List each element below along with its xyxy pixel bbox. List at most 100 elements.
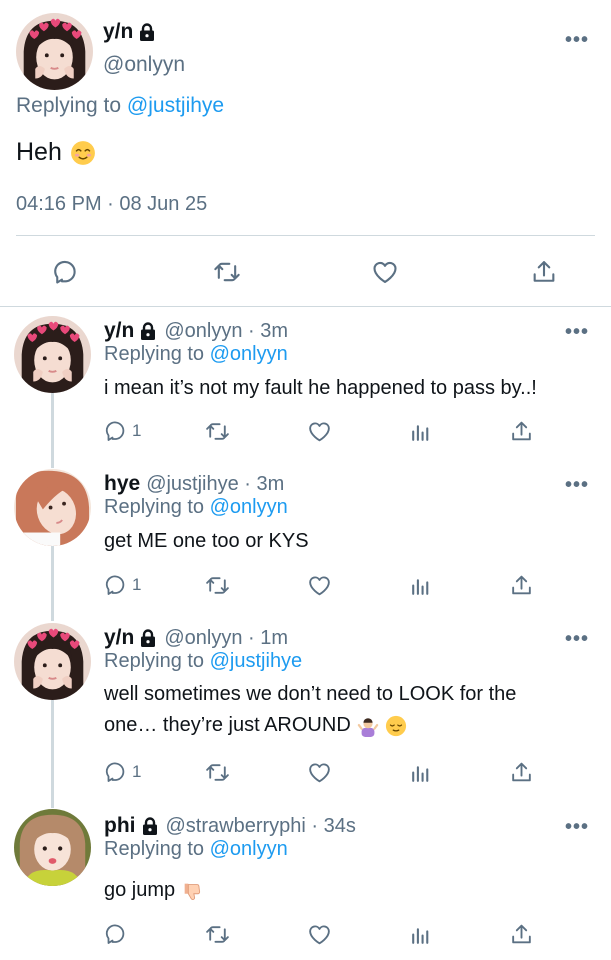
like-button[interactable] — [307, 760, 332, 785]
replying-to: Replying to @justjihye — [16, 94, 224, 118]
heart-icon — [307, 573, 332, 598]
retweet-button[interactable] — [205, 419, 230, 444]
replying-to-link[interactable]: @justjihye — [210, 650, 303, 672]
avatar[interactable] — [14, 469, 91, 546]
display-name-text: y/n — [103, 20, 134, 43]
heart-icon — [307, 760, 332, 785]
retweet-icon — [205, 760, 230, 785]
user-handle[interactable]: @strawberryphi · 34s — [166, 815, 356, 838]
replying-to: Replying to @onlyyn — [104, 343, 288, 366]
share-button[interactable] — [509, 922, 534, 947]
like-button[interactable] — [307, 922, 332, 947]
avatar-photo — [14, 623, 91, 700]
relieved-emoji-icon — [385, 715, 407, 737]
reply-count: 1 — [132, 575, 142, 594]
display-name[interactable]: y/n — [103, 20, 157, 44]
reply-header: hye @justjihye · 3m — [104, 472, 284, 496]
retweet-button[interactable] — [205, 922, 230, 947]
views-icon — [408, 922, 433, 947]
views-button[interactable] — [408, 922, 433, 947]
reply-header: y/n @onlyyn · 3m — [104, 319, 288, 343]
share-icon — [509, 573, 534, 598]
retweet-icon — [205, 573, 230, 598]
replying-to-link[interactable]: @onlyyn — [210, 496, 288, 518]
share-button[interactable] — [509, 760, 534, 785]
reply-button[interactable]: 1 — [104, 760, 141, 784]
display-name[interactable]: y/n — [104, 626, 134, 650]
replying-to-link[interactable]: @onlyyn — [210, 343, 288, 365]
tweet-text-content: Heh — [16, 138, 62, 166]
like-button[interactable] — [307, 419, 332, 444]
replying-to-prefix: Replying to — [104, 838, 205, 860]
user-handle[interactable]: @onlyyn — [103, 53, 185, 77]
replying-to-prefix: Replying to — [104, 650, 205, 672]
views-icon — [408, 760, 433, 785]
reply-icon — [104, 419, 128, 443]
reply-icon — [104, 922, 128, 946]
share-button[interactable] — [530, 258, 558, 286]
more-horizontal-icon[interactable]: ••• — [565, 30, 589, 50]
views-button[interactable] — [408, 760, 433, 785]
reply-tweet[interactable]: hye @justjihye · 3m ••• Replying to @onl… — [0, 463, 611, 613]
replying-to-link[interactable]: @justjihye — [127, 94, 224, 117]
reply-tweet[interactable]: phi @strawberryphi · 34s ••• Replying to… — [0, 805, 611, 960]
views-button[interactable] — [408, 573, 433, 598]
reply-count: 1 — [132, 762, 142, 781]
heart-icon — [307, 419, 332, 444]
more-horizontal-icon[interactable]: ••• — [565, 629, 589, 649]
reply-button[interactable] — [104, 922, 128, 946]
user-handle[interactable]: @justjihye · 3m — [146, 473, 284, 496]
thumbs-down-emoji-icon — [181, 880, 203, 902]
reply-tweet[interactable]: y/n @onlyyn · 3m ••• Replying to @onlyyn… — [0, 310, 611, 460]
like-button[interactable] — [307, 573, 332, 598]
shrug-emoji-icon — [357, 715, 379, 737]
tweet-text: Heh — [16, 138, 96, 167]
avatar[interactable] — [14, 809, 91, 886]
display-name[interactable]: phi — [104, 814, 136, 838]
reply-button[interactable]: 1 — [104, 573, 141, 597]
tweet-text: i mean it’s not my fault he happened to … — [104, 377, 537, 399]
replying-to: Replying to @onlyyn — [104, 496, 288, 519]
reply-button[interactable] — [52, 258, 80, 286]
views-icon — [408, 419, 433, 444]
divider — [0, 306, 611, 307]
tweet-text-line: one… they’re just AROUND — [104, 710, 594, 741]
user-handle[interactable]: @onlyyn · 3m — [164, 320, 288, 343]
avatar[interactable] — [16, 13, 93, 90]
display-name[interactable]: hye — [104, 472, 140, 496]
share-icon — [530, 258, 558, 286]
timestamp[interactable]: 04:16 PM · 08 Jun 25 — [16, 193, 207, 216]
avatar-photo — [14, 316, 91, 393]
smiling-emoji-icon — [70, 140, 96, 166]
tweet-text-content: go jump — [104, 879, 176, 901]
display-name[interactable]: y/n — [104, 319, 134, 343]
reply-icon — [104, 760, 128, 784]
replying-to-link[interactable]: @onlyyn — [210, 838, 288, 860]
views-button[interactable] — [408, 419, 433, 444]
reply-count: 1 — [132, 421, 142, 440]
views-icon — [408, 573, 433, 598]
replying-to-prefix: Replying to — [104, 496, 205, 518]
reply-tweet[interactable]: y/n @onlyyn · 1m ••• Replying to @justji… — [0, 617, 611, 797]
retweet-icon — [205, 922, 230, 947]
avatar[interactable] — [14, 623, 91, 700]
user-handle[interactable]: @onlyyn · 1m — [164, 627, 288, 650]
reply-button[interactable]: 1 — [104, 419, 141, 443]
retweet-button[interactable] — [205, 573, 230, 598]
more-horizontal-icon[interactable]: ••• — [565, 475, 589, 495]
more-horizontal-icon[interactable]: ••• — [565, 817, 589, 837]
share-button[interactable] — [509, 419, 534, 444]
avatar-photo — [14, 809, 91, 886]
lock-icon — [140, 816, 160, 836]
retweet-icon — [213, 258, 241, 286]
like-button[interactable] — [371, 258, 399, 286]
lock-icon — [138, 321, 158, 341]
more-horizontal-icon[interactable]: ••• — [565, 322, 589, 342]
retweet-button[interactable] — [205, 760, 230, 785]
heart-icon — [307, 922, 332, 947]
avatar[interactable] — [14, 316, 91, 393]
retweet-button[interactable] — [213, 258, 241, 286]
tweet-text: well sometimes we don’t need to LOOK for… — [104, 679, 594, 741]
share-button[interactable] — [509, 573, 534, 598]
tweet-text-line-content: one… they’re just AROUND — [104, 714, 351, 736]
